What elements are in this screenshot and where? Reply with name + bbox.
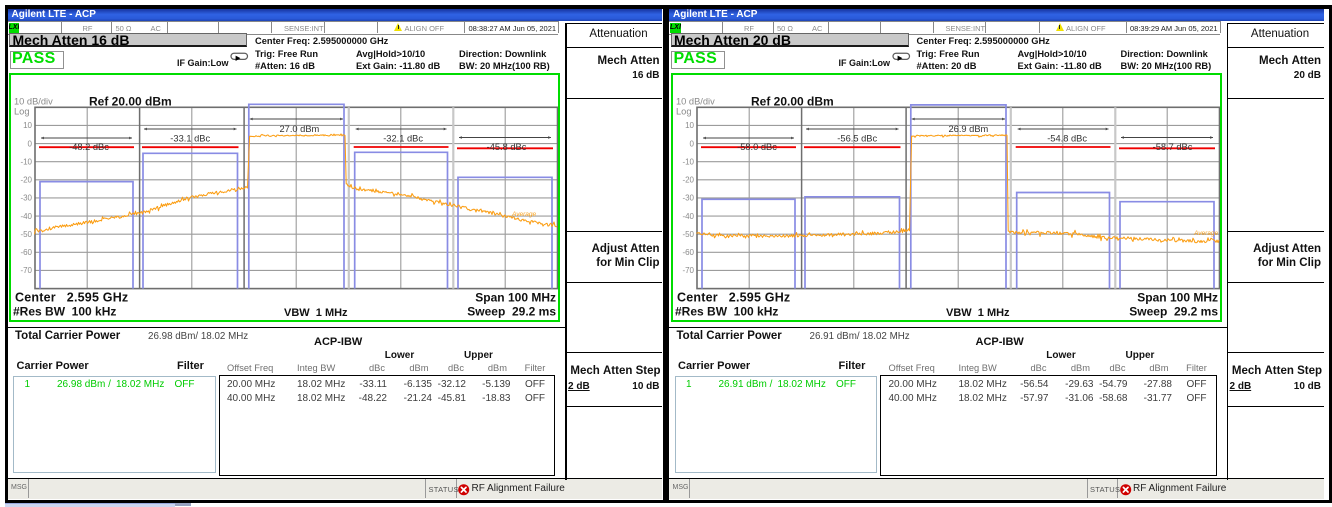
svg-text:-33.1 dBc: -33.1 dBc xyxy=(170,133,210,143)
svg-text:-48.2 dBc: -48.2 dBc xyxy=(69,142,109,152)
svg-text:-30: -30 xyxy=(20,193,32,202)
svg-text:Average: Average xyxy=(1193,230,1218,237)
svg-text:-20: -20 xyxy=(20,175,32,184)
svg-text:-60: -60 xyxy=(682,248,694,257)
svg-text:Sweep 29.2 ms: Sweep 29.2 ms xyxy=(467,304,556,318)
svg-text:Ref 20.00 dBm: Ref 20.00 dBm xyxy=(89,94,172,108)
svg-text:-20: -20 xyxy=(682,175,694,184)
svg-text:-10: -10 xyxy=(682,157,694,166)
svg-text:Span 100 MHz: Span 100 MHz xyxy=(1137,290,1218,304)
svg-text:-54.8 dBc: -54.8 dBc xyxy=(1047,133,1087,143)
svg-text:Center 2.595 GHz: Center 2.595 GHz xyxy=(15,290,128,304)
svg-text:Average: Average xyxy=(511,211,536,218)
svg-text:#Res BW 100 kHz: #Res BW 100 kHz xyxy=(675,304,778,318)
svg-text:26.9 dBm: 26.9 dBm xyxy=(948,123,988,133)
svg-text:-50: -50 xyxy=(682,229,694,238)
svg-text:10 dB/div: 10 dB/div xyxy=(14,96,53,106)
svg-text:-30: -30 xyxy=(682,193,694,202)
svg-text:10: 10 xyxy=(23,121,32,130)
svg-text:-70: -70 xyxy=(682,266,694,275)
svg-text:10 dB/div: 10 dB/div xyxy=(676,96,715,106)
svg-text:Sweep 29.2 ms: Sweep 29.2 ms xyxy=(1129,304,1218,318)
svg-text:Span 100 MHz: Span 100 MHz xyxy=(475,290,556,304)
svg-text:0: 0 xyxy=(689,139,694,148)
svg-text:-10: -10 xyxy=(20,157,32,166)
svg-text:-56.5 dBc: -56.5 dBc xyxy=(837,133,877,143)
svg-text:#Res BW 100 kHz: #Res BW 100 kHz xyxy=(13,304,116,318)
svg-text:-45.8 dBc: -45.8 dBc xyxy=(487,142,527,152)
svg-text:-40: -40 xyxy=(682,211,694,220)
svg-text:-58.7 dBc: -58.7 dBc xyxy=(1152,142,1192,152)
svg-text:27.0 dBm: 27.0 dBm xyxy=(280,123,320,133)
svg-text:Log: Log xyxy=(676,106,692,116)
svg-text:0: 0 xyxy=(28,139,33,148)
svg-text:-50: -50 xyxy=(20,229,32,238)
svg-text:Log: Log xyxy=(14,106,30,116)
svg-text:Center 2.595 GHz: Center 2.595 GHz xyxy=(677,290,790,304)
svg-text:-32.1 dBc: -32.1 dBc xyxy=(383,133,423,143)
svg-text:-40: -40 xyxy=(20,211,32,220)
svg-text:-60: -60 xyxy=(20,248,32,257)
svg-text:-70: -70 xyxy=(20,266,32,275)
svg-text:VBW 1 MHz: VBW 1 MHz xyxy=(946,307,1010,319)
svg-text:Ref 20.00 dBm: Ref 20.00 dBm xyxy=(751,94,834,108)
svg-text:VBW 1 MHz: VBW 1 MHz xyxy=(284,307,348,319)
svg-text:10: 10 xyxy=(685,121,694,130)
svg-text:-58.0 dBc: -58.0 dBc xyxy=(737,142,777,152)
